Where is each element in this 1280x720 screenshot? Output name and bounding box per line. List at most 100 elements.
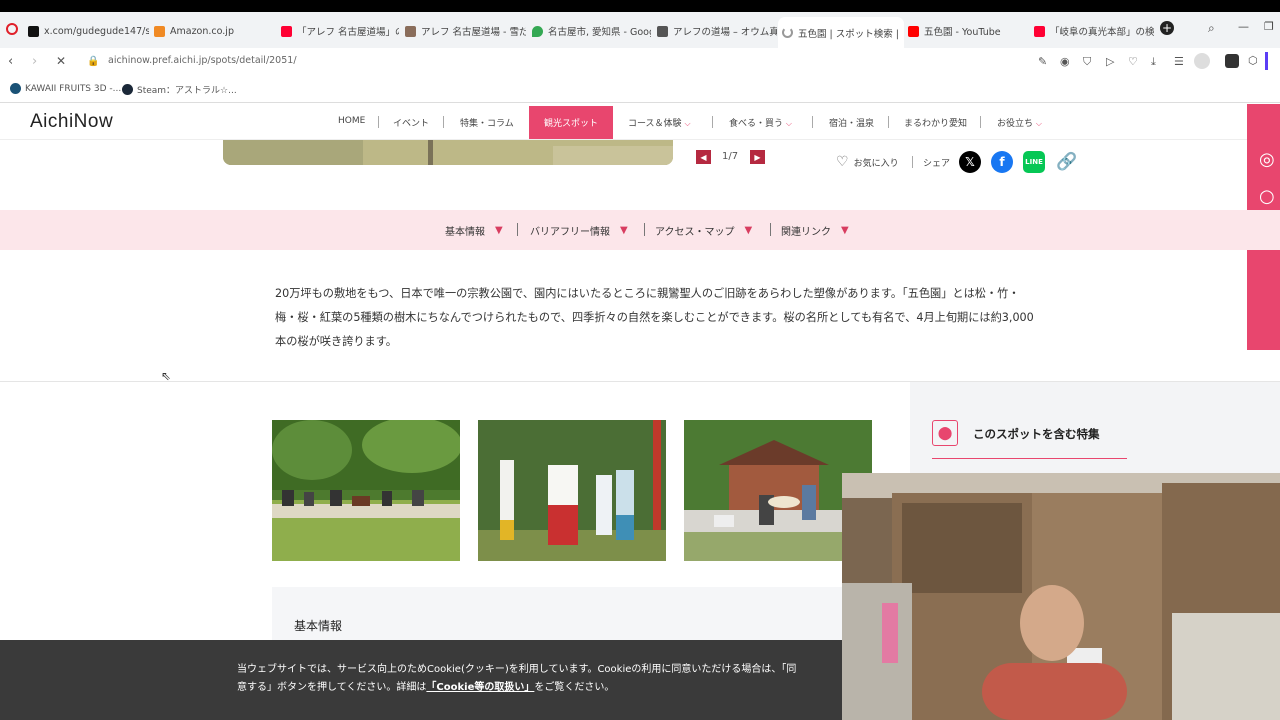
photo-thumbnail-1[interactable]: [272, 420, 460, 561]
heart-icon[interactable]: ♡: [1128, 55, 1138, 68]
nav-about-aichi[interactable]: まるわかり愛知: [904, 116, 967, 129]
opera-icon[interactable]: [6, 23, 18, 35]
spot-description: 20万坪もの敷地をもつ、日本で唯一の宗教公園で、園内にはいたるところに親鸞聖人の…: [275, 287, 1034, 348]
photo-seated-statues: [272, 420, 460, 561]
extension-icon[interactable]: [1225, 54, 1239, 68]
globe-icon[interactable]: ◎: [1259, 149, 1275, 170]
tab-access-map[interactable]: アクセス・マップ ▼: [655, 223, 752, 238]
favorite-button[interactable]: ♡ お気に入り: [836, 154, 899, 170]
search-icon[interactable]: ○: [1259, 186, 1275, 207]
download-icon[interactable]: ⤓: [1151, 55, 1156, 69]
nav-divider: [378, 116, 379, 128]
nav-home[interactable]: HOME: [338, 116, 365, 126]
youtube-icon: [908, 25, 919, 37]
main-photo-bottom: [223, 140, 673, 165]
camera-icon[interactable]: ◉: [1060, 55, 1070, 68]
x-icon: [28, 25, 39, 37]
page-icon: [657, 25, 668, 37]
bookmark-steam[interactable]: Steam：アストラル☆...: [122, 83, 237, 96]
facebook-share-icon[interactable]: f: [991, 151, 1013, 173]
map-pin-icon: ⬤: [932, 420, 958, 446]
bookmarks-bar: KAWAII FRUITS 3D -... Steam：アストラル☆...: [0, 76, 1280, 103]
shield-icon[interactable]: ⛉: [1083, 55, 1091, 69]
search-tabs-icon[interactable]: ⌕: [1208, 21, 1215, 36]
tab-google-maps[interactable]: 名古屋市, 愛知県 - Googl: [528, 18, 651, 44]
line-share-icon[interactable]: LINE: [1023, 151, 1045, 173]
nav-courses[interactable]: コース＆体験 ⌵: [628, 116, 691, 129]
sidebar-indicator: [1265, 52, 1268, 70]
chevron-down-icon: ⌵: [785, 119, 792, 128]
webcam-feed: [842, 473, 1280, 720]
nav-sightseeing[interactable]: 観光スポット: [529, 106, 613, 139]
share-label: シェア: [923, 159, 951, 169]
play-icon[interactable]: ▷: [1106, 55, 1114, 68]
tab-youtube[interactable]: 五色園 - YouTube: [904, 18, 1028, 44]
feature-underline: [932, 458, 1127, 459]
nav-features[interactable]: 特集・コラム: [460, 116, 514, 129]
chevron-down-icon: ⌵: [1035, 119, 1042, 128]
tab-x[interactable]: x.com/gudegude147/statu: [24, 18, 149, 44]
slider-prev-button[interactable]: ◀: [696, 150, 711, 164]
nav-divider: [980, 116, 981, 128]
heart-icon: ♡: [836, 154, 849, 170]
webcam-overlay: [842, 473, 1280, 720]
window-top-bar: [0, 0, 1280, 12]
feature-heading: このスポットを含む特集: [973, 427, 1100, 441]
tab-divider: [644, 223, 645, 236]
tab-aleph-blog[interactable]: アレフ 名古屋道場 - 雪だる: [401, 18, 526, 44]
slider-pager: 1/7: [722, 151, 739, 162]
nav-stay-onsen[interactable]: 宿泊・温泉: [829, 116, 874, 129]
profile-icon[interactable]: [1194, 53, 1210, 69]
minimize-icon[interactable]: —: [1238, 20, 1249, 33]
triangle-down-icon: ▼: [620, 225, 628, 236]
photo-procession-statues: [478, 420, 666, 561]
page-icon: [405, 25, 416, 37]
nav-events[interactable]: イベント: [393, 116, 429, 129]
cookie-policy-link[interactable]: 「Cookie等の取扱い」: [426, 682, 534, 693]
x-share-icon[interactable]: 𝕏: [959, 151, 981, 173]
nav-divider: [443, 116, 444, 128]
restore-icon[interactable]: ❐: [1264, 20, 1274, 33]
nav-divider: [888, 116, 889, 128]
chevron-down-icon: ⌵: [684, 119, 691, 128]
nav-eat-buy[interactable]: 食べる・買う ⌵: [729, 116, 792, 129]
tab-basic-info[interactable]: 基本情報 ▼: [445, 223, 503, 238]
menu-icon[interactable]: ☰: [1174, 55, 1184, 68]
tab-amazon[interactable]: Amazon.co.jp: [150, 18, 275, 44]
photo-thumbnail-2[interactable]: [478, 420, 666, 561]
tab-related-links[interactable]: 関連リンク ▼: [781, 223, 849, 238]
info-tab-bar: 基本情報 ▼ バリアフリー情報 ▼ アクセス・マップ ▼ 関連リンク ▼: [0, 210, 1280, 250]
address-bar-row: ‹ › ✕ 🔒 aichinow.pref.aichi.jp/spots/det…: [0, 48, 1280, 76]
stop-loading-icon[interactable]: ✕: [56, 54, 66, 68]
tab-aleph-dojo[interactable]: アレフの道場 – オウム真理教: [653, 18, 777, 44]
maps-icon: [532, 25, 543, 37]
cube-icon[interactable]: ⬡: [1248, 54, 1258, 67]
yahoo-icon: [281, 25, 292, 37]
tab-yahoo-search-1[interactable]: 「アレフ 名古屋道場」の検索: [277, 18, 399, 44]
url-field[interactable]: aichinow.pref.aichi.jp/spots/detail/2051…: [108, 55, 297, 66]
nav-useful[interactable]: お役立ち ⌵: [997, 116, 1042, 129]
share-divider: [912, 156, 913, 168]
tab-divider: [770, 223, 771, 236]
triangle-down-icon: ▼: [744, 225, 753, 236]
cookie-message: 当ウェブサイトでは、サービス向上のためCookie(クッキー)を利用しています。…: [237, 664, 797, 693]
new-tab-icon[interactable]: +: [1160, 21, 1174, 35]
steam-icon: [122, 84, 133, 95]
link-copy-icon[interactable]: 🔗: [1056, 151, 1078, 173]
edit-icon[interactable]: ✎: [1038, 55, 1047, 68]
tab-barrier-free[interactable]: バリアフリー情報 ▼: [530, 223, 628, 238]
tab-yahoo-search-2[interactable]: 「岐阜の真光本部」の検索結: [1030, 18, 1154, 44]
bookmark-kawaii-fruits[interactable]: KAWAII FRUITS 3D -...: [10, 83, 121, 94]
amazon-icon: [154, 25, 165, 37]
basic-info-card: [272, 587, 872, 647]
tab-goshikien-active[interactable]: 五色園 | スポット検索 |【公: [778, 17, 904, 48]
site-header: AichiNow HOME イベント 特集・コラム 観光スポット コース＆体験 …: [0, 104, 1247, 140]
forward-icon[interactable]: ›: [32, 54, 37, 69]
main-photo-graphic: [223, 140, 673, 165]
nav-divider: [812, 116, 813, 128]
yahoo-icon: [1034, 25, 1045, 37]
site-logo[interactable]: AichiNow: [30, 111, 113, 133]
slider-next-button[interactable]: ▶: [750, 150, 765, 164]
loading-icon: [782, 27, 793, 38]
back-icon[interactable]: ‹: [8, 54, 13, 69]
